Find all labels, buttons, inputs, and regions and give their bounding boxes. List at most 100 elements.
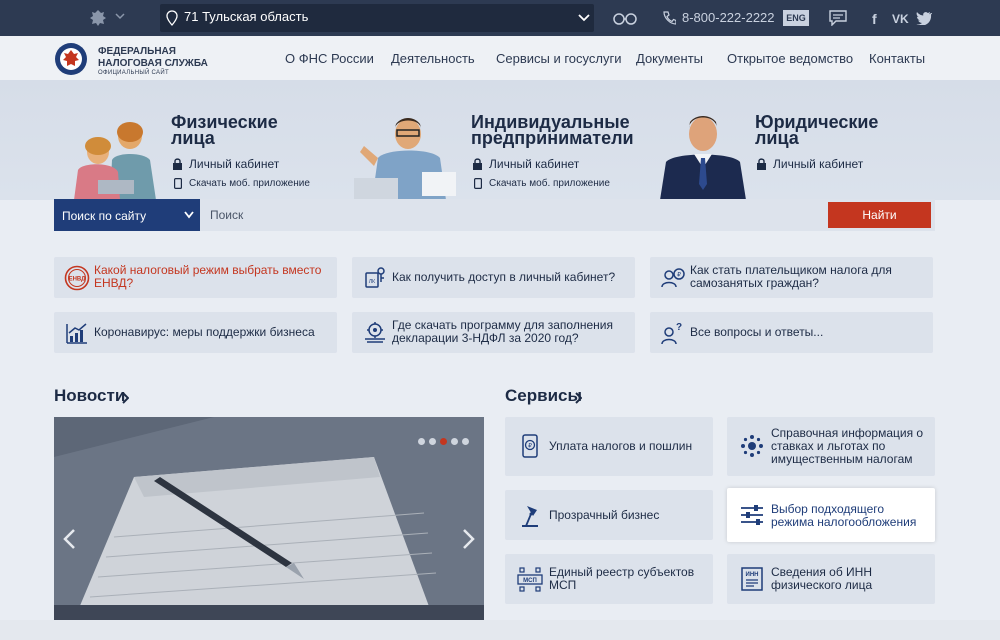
svg-text:₽: ₽ (528, 443, 532, 450)
entrepreneurs-photo[interactable] (352, 110, 466, 200)
emblem-info-icon (741, 435, 763, 457)
quick-link-faq[interactable]: ? Все вопросы и ответы... (650, 312, 933, 353)
language-switch-button[interactable]: ENG (783, 10, 809, 26)
chevron-right-icon[interactable] (574, 392, 582, 404)
legal-title-2[interactable]: лица (755, 129, 799, 147)
service-msp-registry[interactable]: МСП Единый реестр субъектов МСП (505, 554, 713, 604)
gear-doc-icon (365, 322, 385, 343)
service-tax-regime-choice[interactable]: Выбор подходящего режима налогообложения (727, 488, 935, 542)
emblem-icon[interactable] (88, 8, 108, 28)
search-input[interactable]: Поиск (200, 199, 935, 231)
slider-dot[interactable] (462, 438, 469, 445)
nav-contacts[interactable]: Контакты (869, 51, 925, 66)
location-pin-icon (166, 10, 178, 26)
service-text: Сведения об ИНН физического лица (771, 565, 873, 592)
nav-open-agency[interactable]: Открытое ведомство (727, 51, 853, 66)
chevron-down-icon[interactable] (578, 13, 590, 23)
logo-title-line1: ФЕДЕРАЛЬНАЯ (98, 46, 176, 57)
individuals-app-link[interactable]: Скачать моб. приложение (189, 178, 310, 189)
phone-icon (663, 11, 676, 25)
nav-about[interactable]: О ФНС России (285, 51, 374, 66)
quick-link-text: Как стать плательщиком налога для самоза… (690, 263, 892, 290)
chart-growth-icon (66, 323, 87, 344)
chat-icon[interactable] (828, 10, 848, 26)
quick-link-text: Как получить доступ в личный кабинет? (392, 270, 616, 284)
nav-services[interactable]: Сервисы и госуслуги (496, 51, 621, 66)
service-transparent-business[interactable]: Прозрачный бизнес (505, 490, 713, 540)
svg-text:₽: ₽ (677, 272, 681, 279)
news-slider[interactable] (54, 417, 484, 620)
quick-link-covid-support[interactable]: Коронавирус: меры поддержки бизнеса (54, 312, 337, 353)
service-tax-payment[interactable]: ₽ Уплата налогов и пошлин (505, 417, 713, 476)
quick-link-text: Все вопросы и ответы... (690, 325, 824, 339)
legal-cabinet-link[interactable]: Личный кабинет (773, 157, 863, 171)
self-employed-icon: ₽ (661, 268, 685, 288)
nav-documents[interactable]: Документы (636, 51, 703, 66)
news-slide-image (54, 417, 484, 620)
svg-text:?: ? (676, 322, 682, 333)
cabinet-key-icon: ЛК (365, 267, 385, 288)
slider-dot-active[interactable] (440, 438, 447, 445)
mobile-phone-icon (474, 178, 482, 189)
region-name: 71 Тульская область (184, 9, 309, 24)
service-inn-info[interactable]: ИНН Сведения об ИНН физического лица (727, 554, 935, 604)
service-property-tax-info[interactable]: Справочная информация о ставках и льгота… (727, 417, 935, 476)
svg-text:ЕНВД: ЕНВД (69, 277, 87, 283)
svg-text:ЛК: ЛК (369, 279, 375, 285)
mobile-phone-icon (174, 178, 182, 189)
quick-link-text: Какой налоговый режим выбрать вместо ЕНВ… (94, 263, 322, 290)
search-scope-dropdown[interactable]: Поиск по сайту (54, 199, 200, 231)
lock-icon (473, 158, 482, 170)
individuals-cabinet-link[interactable]: Личный кабинет (189, 157, 279, 171)
logo-subtitle: ОФИЦИАЛЬНЫЙ САЙТ (98, 70, 169, 76)
entrepreneurs-app-link[interactable]: Скачать моб. приложение (489, 178, 610, 189)
quick-link-text: Где скачать программу для заполнения дек… (392, 318, 613, 345)
legal-entities-photo[interactable] (656, 108, 750, 200)
envd-badge-icon: ЕНВД (64, 265, 90, 291)
lamp-icon (522, 506, 538, 527)
vk-icon[interactable]: VK (892, 12, 909, 26)
fns-logo-emblem[interactable] (54, 40, 88, 78)
hotline-phone[interactable]: 8-800-222-2222 (682, 10, 775, 25)
news-heading[interactable]: Новости (54, 386, 125, 406)
ruble-phone-icon: ₽ (522, 434, 538, 458)
slider-dot[interactable] (429, 438, 436, 445)
question-person-icon: ? (661, 322, 682, 345)
quick-link-cabinet-access[interactable]: ЛК Как получить доступ в личный кабинет? (352, 257, 635, 298)
service-text: Справочная информация о ставках и льгота… (771, 426, 924, 466)
search-button[interactable]: Найти (828, 202, 931, 228)
glasses-icon[interactable] (612, 11, 638, 25)
svg-text:ИНН: ИНН (746, 572, 759, 578)
logo-title-line2: НАЛОГОВАЯ СЛУЖБА (98, 58, 208, 69)
sliders-icon (741, 505, 763, 525)
facebook-icon[interactable]: f (872, 11, 882, 27)
quick-link-text: Коронавирус: меры поддержки бизнеса (94, 325, 315, 339)
nav-activity[interactable]: Деятельность (391, 51, 475, 66)
services-heading[interactable]: Сервисы (505, 386, 582, 406)
service-text: Единый реестр субъектов МСП (549, 565, 695, 592)
service-text: Уплата налогов и пошлин (549, 439, 693, 453)
slider-next-arrow-icon[interactable] (462, 528, 476, 550)
chevron-down-icon[interactable] (184, 211, 194, 219)
chevron-down-icon[interactable] (115, 11, 125, 21)
page-bottom-strip (0, 620, 1000, 640)
lock-icon (173, 158, 182, 170)
service-text: Прозрачный бизнес (549, 508, 660, 522)
quick-link-self-employed[interactable]: ₽ Как стать плательщиком налога для само… (650, 257, 933, 298)
individuals-title-2[interactable]: лица (171, 129, 215, 147)
twitter-icon[interactable] (916, 11, 932, 25)
service-text: Выбор подходящего режима налогообложения (771, 502, 917, 529)
entrepreneurs-cabinet-link[interactable]: Личный кабинет (489, 157, 579, 171)
quick-link-3ndfl-program[interactable]: Где скачать программу для заполнения дек… (352, 312, 635, 353)
slider-prev-arrow-icon[interactable] (62, 528, 76, 550)
slider-dot[interactable] (418, 438, 425, 445)
chevron-right-icon[interactable] (121, 392, 129, 404)
msp-registry-icon: МСП (517, 567, 543, 592)
inn-doc-icon: ИНН (741, 567, 763, 591)
svg-text:МСП: МСП (523, 578, 537, 584)
slider-dot[interactable] (451, 438, 458, 445)
quick-link-envd[interactable]: ЕНВД Какой налоговый режим выбрать вмест… (54, 257, 337, 298)
entrepreneurs-title-2[interactable]: предприниматели (471, 129, 634, 147)
lock-icon (757, 158, 766, 170)
individuals-photo[interactable] (68, 116, 164, 200)
